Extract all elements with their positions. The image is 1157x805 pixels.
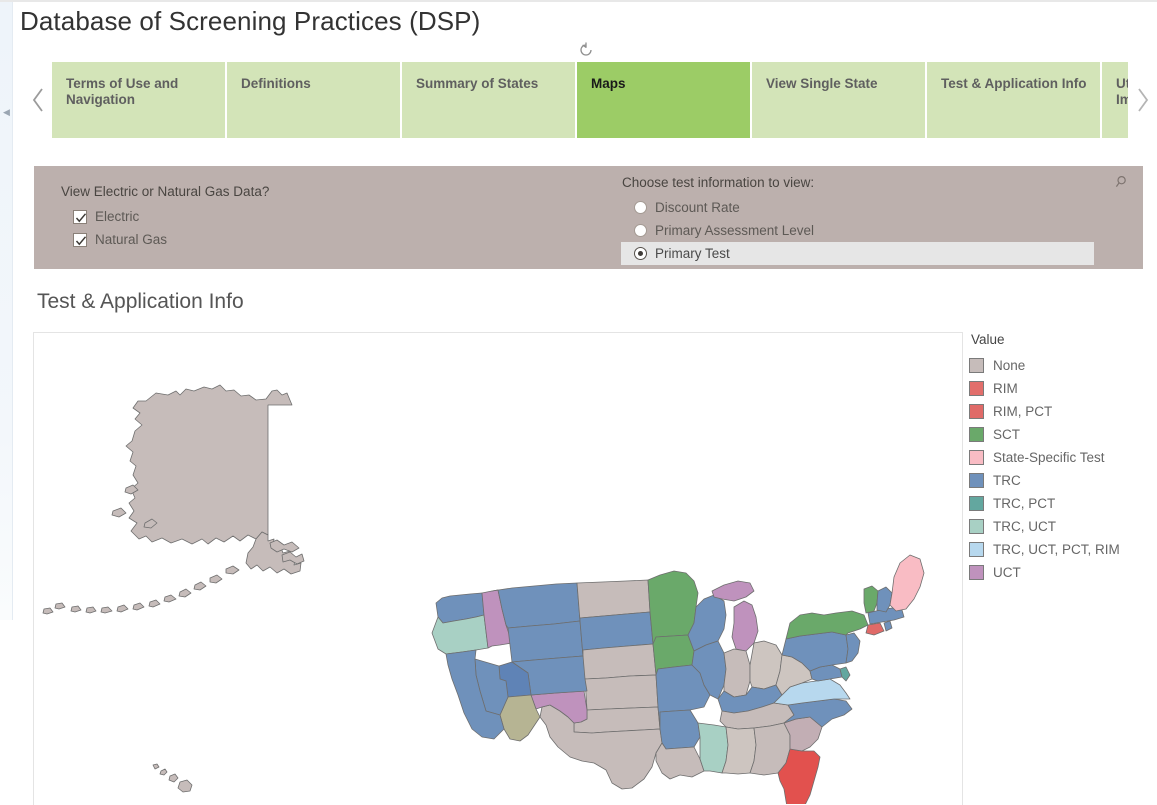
radio-row-primary-test[interactable]: Primary Test: [621, 242, 1094, 265]
map-state-MS[interactable]: [697, 722, 729, 774]
legend-item-sct[interactable]: SCT: [969, 423, 1155, 446]
map-state-AK[interactable]: [42, 384, 305, 615]
legend-swatch-trc: [969, 473, 984, 488]
radio-label-primary-test: Primary Test: [655, 246, 730, 261]
legend-item-none[interactable]: None: [969, 354, 1155, 377]
radio-primary-assessment-level[interactable]: [634, 224, 647, 237]
legend-label-trc-pct: TRC, PCT: [993, 496, 1056, 511]
radio-primary-test[interactable]: [634, 247, 647, 260]
tab-utility-impact[interactable]: Util Imp: [1102, 62, 1128, 138]
radio-row-primary-assessment-level[interactable]: Primary Assessment Level: [622, 219, 1117, 242]
checkbox-natural-gas[interactable]: [73, 232, 87, 247]
map-state-RI[interactable]: [883, 620, 893, 632]
checkbox-row-natural-gas[interactable]: Natural Gas: [61, 228, 269, 251]
legend-item-trc-uct-pct-rim[interactable]: TRC, UCT, PCT, RIM: [969, 538, 1155, 561]
map-state-VT[interactable]: [863, 585, 879, 614]
filter-panel: View Electric or Natural Gas Data? Elect…: [34, 166, 1143, 269]
map-state-MT[interactable]: [491, 582, 581, 629]
legend-swatch-trc-uct: [969, 519, 984, 534]
test-info-filter-group: Choose test information to view: Discoun…: [621, 175, 1117, 265]
fuel-filter-group: View Electric or Natural Gas Data? Elect…: [61, 184, 269, 251]
fuel-filter-heading: View Electric or Natural Gas Data?: [61, 184, 270, 199]
refresh-icon[interactable]: [578, 42, 594, 58]
magnifier-glyph: [1115, 175, 1126, 187]
top-divider: [0, 0, 1157, 2]
map-state-HI[interactable]: [152, 763, 193, 793]
legend-label-trc-uct: TRC, UCT: [993, 519, 1056, 534]
legend-item-trc-uct[interactable]: TRC, UCT: [969, 515, 1155, 538]
legend-item-rim-pct[interactable]: RIM, PCT: [969, 400, 1155, 423]
legend-label-sct: SCT: [993, 427, 1020, 442]
radio-row-discount-rate[interactable]: Discount Rate: [622, 196, 1117, 219]
tabs-row: Terms of Use and Navigation Definitions …: [52, 62, 1128, 138]
legend-item-state-specific-test[interactable]: State-Specific Test: [969, 446, 1155, 469]
us-choropleth-map[interactable]: [34, 333, 962, 804]
legend-item-trc-pct[interactable]: TRC, PCT: [969, 492, 1155, 515]
tab-strip: Terms of Use and Navigation Definitions …: [0, 62, 1157, 138]
legend-swatch-trc-pct: [969, 496, 984, 511]
checkbox-electric[interactable]: [73, 209, 87, 224]
map-state-NJ[interactable]: [845, 632, 861, 664]
map-state-IN[interactable]: [723, 648, 751, 698]
map-state-AR[interactable]: [659, 709, 701, 750]
tab-definitions[interactable]: Definitions: [227, 62, 400, 138]
legend-item-trc[interactable]: TRC: [969, 469, 1155, 492]
map-state-OR[interactable]: [431, 614, 489, 655]
map-canvas[interactable]: [33, 332, 963, 805]
legend-label-rim-pct: RIM, PCT: [993, 404, 1053, 419]
legend-swatch-uct: [969, 565, 984, 580]
tab-view-single-state[interactable]: View Single State: [752, 62, 925, 138]
map-state-DE[interactable]: [839, 666, 851, 682]
legend-swatch-sct: [969, 427, 984, 442]
legend-label-none: None: [993, 358, 1026, 373]
map-state-LA[interactable]: [655, 742, 705, 780]
map-state-MI-upper[interactable]: [711, 580, 755, 602]
tab-terms-of-use-and-navigation[interactable]: Terms of Use and Navigation: [52, 62, 225, 138]
map-legend: Value None RIM RIM, PCT SCT State-Specif…: [969, 332, 1155, 584]
check-icon: [75, 212, 87, 222]
legend-swatch-none: [969, 358, 984, 373]
legend-label-state-specific-test: State-Specific Test: [993, 450, 1105, 465]
legend-item-uct[interactable]: UCT: [969, 561, 1155, 584]
legend-label-trc: TRC: [993, 473, 1021, 488]
map-state-KS[interactable]: [584, 674, 659, 711]
legend-swatch-state-specific-test: [969, 450, 984, 465]
tab-summary-of-states[interactable]: Summary of States: [402, 62, 575, 138]
check-icon: [75, 235, 87, 245]
tab-maps[interactable]: Maps: [577, 62, 750, 138]
checkbox-label-natural-gas: Natural Gas: [95, 232, 168, 247]
legend-label-trc-uct-pct-rim: TRC, UCT, PCT, RIM: [993, 542, 1120, 557]
legend-swatch-trc-uct-pct-rim: [969, 542, 984, 557]
legend-item-rim[interactable]: RIM: [969, 377, 1155, 400]
map-state-WY[interactable]: [507, 620, 584, 663]
chevron-right-icon: [1137, 88, 1148, 112]
map-state-AL[interactable]: [721, 726, 757, 775]
checkbox-row-electric[interactable]: Electric: [61, 205, 269, 228]
test-info-filter-heading: Choose test information to view:: [622, 175, 815, 190]
chevron-left-icon: [32, 88, 43, 112]
legend-title: Value: [971, 332, 1005, 347]
checkbox-label-electric: Electric: [95, 209, 140, 224]
tabs-next-arrow-icon[interactable]: [1128, 62, 1157, 138]
tab-test-and-application-info[interactable]: Test & Application Info: [927, 62, 1100, 138]
legend-label-rim: RIM: [993, 381, 1018, 396]
map-state-ME[interactable]: [889, 554, 925, 612]
search-icon[interactable]: [1115, 174, 1131, 190]
legend-label-uct: UCT: [993, 565, 1021, 580]
radio-label-discount-rate: Discount Rate: [655, 200, 740, 215]
legend-swatch-rim: [969, 381, 984, 396]
page-title: Database of Screening Practices (DSP): [20, 6, 481, 36]
radio-label-primary-assessment-level: Primary Assessment Level: [655, 223, 815, 238]
map-state-NE[interactable]: [582, 643, 657, 680]
radio-discount-rate[interactable]: [634, 201, 647, 214]
page-section-title: Test & Application Info: [37, 290, 244, 313]
legend-swatch-rim-pct: [969, 404, 984, 419]
map-state-CT[interactable]: [865, 622, 885, 636]
refresh-glyph: [580, 42, 592, 56]
dashboard-root: ◀ Database of Screening Practices (DSP) …: [0, 0, 1157, 805]
